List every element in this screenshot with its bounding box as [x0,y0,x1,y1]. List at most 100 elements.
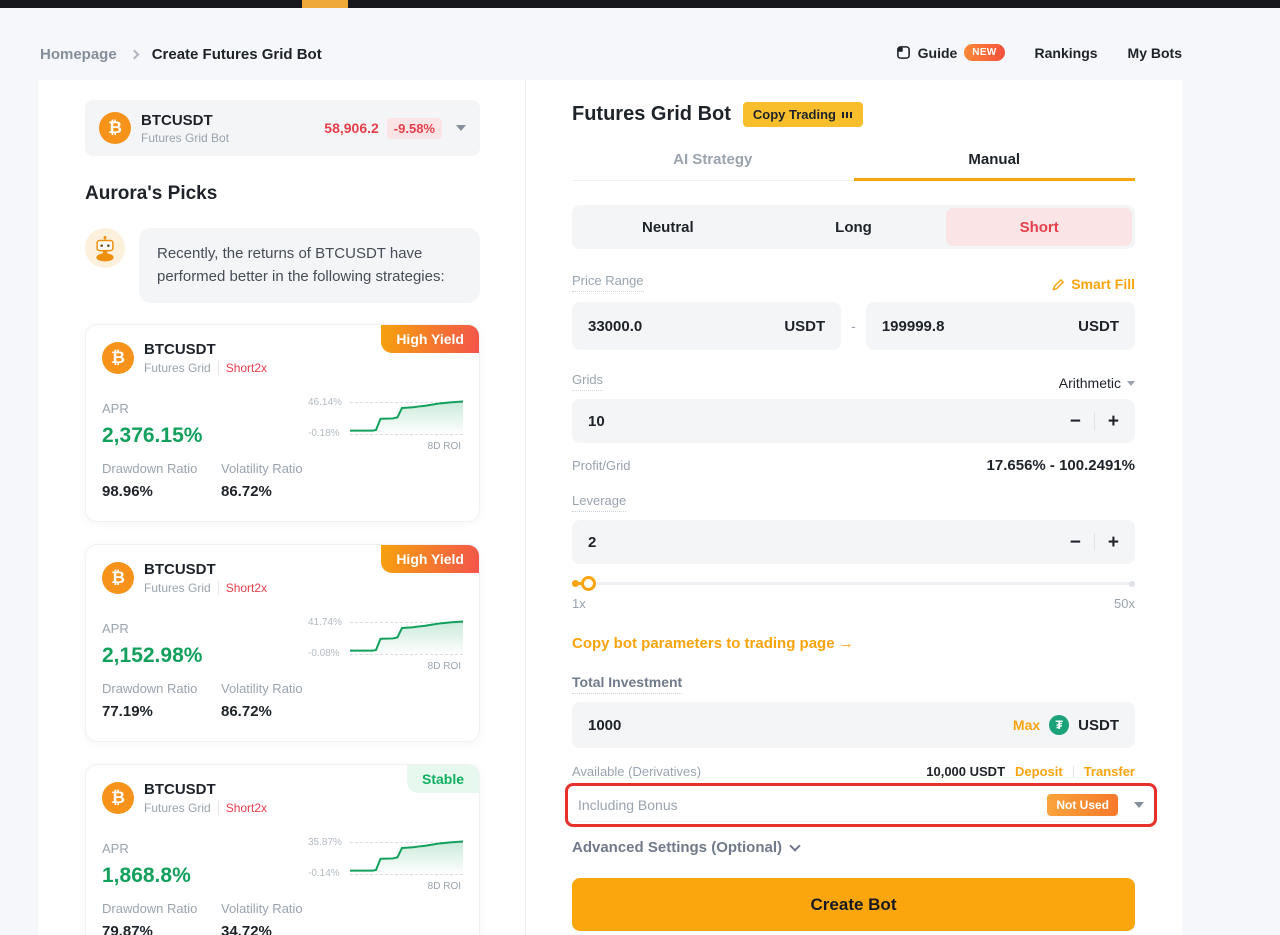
strategy-card-1[interactable]: High Yield ₿ BTCUSDT Futures Grid Short2… [85,324,480,522]
slider-end-dot [1129,581,1135,587]
tab-manual[interactable]: Manual [854,143,1136,180]
page-header: Homepage Create Futures Grid Bot Guide N… [0,8,1280,80]
high-yield-badge: High Yield [381,325,479,353]
grids-value: 10 [588,413,605,430]
leverage-slider[interactable] [572,576,1135,590]
mode-neutral[interactable]: Neutral [575,208,761,246]
leverage-input[interactable]: 2 − + [572,520,1135,564]
high-yield-badge: High Yield [381,545,479,573]
mode-short[interactable]: Short [946,208,1132,246]
guide-label: Guide [918,45,958,61]
roi-sparkline [350,839,463,875]
mode-long[interactable]: Long [761,208,947,246]
card-body: APR 2,152.98% 41.74% -0.08% 8D [102,621,463,669]
advanced-settings-toggle[interactable]: Advanced Settings (Optional) [572,839,1135,856]
copy-trading-badge[interactable]: Copy Trading [743,102,863,127]
grids-input[interactable]: 10 − + [572,399,1135,443]
slider-start-dot [572,580,579,587]
card-body: APR 1,868.8% 35.87% -0.14% 8D R [102,841,463,889]
profit-grid-label: Profit/Grid [572,458,631,473]
leverage-decrease-button[interactable]: − [1070,533,1081,552]
card-pair: BTCUSDT [144,341,267,358]
grids-increase-button[interactable]: + [1108,412,1119,431]
chart-low-label: -0.08% [308,648,340,659]
max-button[interactable]: Max [1013,717,1040,733]
pair-price: 58,906.2 [324,120,379,136]
pair-selector-dropdown[interactable]: ₿ BTCUSDT Futures Grid Bot 58,906.2 -9.5… [85,100,480,156]
investment-value: 1000 [588,717,621,734]
pair-subtitle: Futures Grid Bot [141,131,229,145]
chart-caption: 8D ROI [428,441,461,452]
robot-avatar-icon [85,228,125,268]
aurora-message-bubble: Recently, the returns of BTCUSDT have pe… [139,228,480,303]
aurora-message-row: Recently, the returns of BTCUSDT have pe… [85,228,480,303]
card-direction: Short2x [218,801,267,815]
chevron-down-icon[interactable] [456,125,466,131]
slider-handle[interactable] [581,576,596,591]
row-underline [576,821,1146,822]
price-high-unit: USDT [1078,318,1119,335]
copy-parameters-link[interactable]: Copy bot parameters to trading page → [572,635,1135,652]
card-strategy-type: Futures Grid [144,581,211,595]
rankings-link[interactable]: Rankings [1035,45,1098,61]
pair-symbol: BTCUSDT [141,112,229,129]
grids-label: Grids [572,372,603,391]
create-bot-button[interactable]: Create Bot [572,878,1135,931]
leverage-min-label: 1x [572,596,586,611]
tab-ai-strategy[interactable]: AI Strategy [572,143,854,180]
header-nav: Guide NEW Rankings My Bots [896,44,1182,61]
chevron-down-icon[interactable] [1134,802,1144,808]
strategy-card-3[interactable]: Stable ₿ BTCUSDT Futures Grid Short2x AP… [85,764,480,935]
bitcoin-icon: ₿ [102,562,134,594]
roi-mini-chart: 41.74% -0.08% 8D ROI [308,617,463,669]
drawdown-value: 79.87% [102,923,221,935]
active-tab-indicator [302,0,348,8]
including-bonus-row[interactable]: Including Bonus Not Used [565,783,1157,827]
direction-toggle: Neutral Long Short [572,205,1135,249]
my-bots-link[interactable]: My Bots [1128,45,1182,61]
price-high-input[interactable]: 199999.8 USDT [866,302,1135,350]
chevron-down-icon [789,840,800,851]
stepper-divider [1094,533,1095,551]
grids-decrease-button[interactable]: − [1070,412,1081,431]
drawdown-label: Drawdown Ratio [102,901,221,916]
bitcoin-icon: ₿ [99,112,131,144]
chart-high-label: 46.14% [308,397,342,408]
price-low-input[interactable]: 33000.0 USDT [572,302,841,350]
leverage-label: Leverage [572,493,626,512]
apr-label: APR [102,841,191,856]
card-metrics: Drawdown Ratio Volatility Ratio 77.19% 8… [102,681,463,720]
smart-fill-button[interactable]: Smart Fill [1052,276,1135,292]
total-investment-input[interactable]: 1000 Max ₮ USDT [572,702,1135,748]
deposit-link[interactable]: Deposit [1015,764,1063,779]
guide-book-icon [896,45,911,60]
chevron-right-icon [129,50,139,60]
stable-badge: Stable [407,765,479,793]
not-used-badge: Not Used [1047,794,1118,816]
chart-low-label: -0.18% [308,428,340,439]
chart-high-label: 35.87% [308,837,342,848]
page-title: Create Futures Grid Bot [152,46,322,63]
price-low-unit: USDT [784,318,825,335]
roi-mini-chart: 35.87% -0.14% 8D ROI [308,837,463,889]
volatility-value: 86.72% [221,483,463,500]
apr-value: 1,868.8% [102,864,191,888]
pencil-icon [1052,278,1065,291]
strategy-card-2[interactable]: High Yield ₿ BTCUSDT Futures Grid Short2… [85,544,480,742]
slider-track[interactable] [572,582,1135,585]
apr-value: 2,152.98% [102,644,202,668]
price-low-value: 33000.0 [588,318,642,335]
breadcrumb-homepage-link[interactable]: Homepage [40,46,117,63]
card-direction: Short2x [218,361,267,375]
leverage-increase-button[interactable]: + [1108,533,1119,552]
available-label: Available (Derivatives) [572,764,701,779]
left-column: ₿ BTCUSDT Futures Grid Bot 58,906.2 -9.5… [85,80,480,935]
apr-block: APR 2,152.98% [102,621,202,669]
leverage-value: 2 [588,534,596,551]
transfer-link[interactable]: Transfer [1084,764,1135,779]
leverage-max-label: 50x [1114,596,1135,611]
guide-link[interactable]: Guide NEW [896,44,1005,61]
stepper-divider [1094,412,1095,430]
roi-mini-chart: 46.14% -0.18% 8D ROI [308,397,463,449]
grid-mode-dropdown[interactable]: Arithmetic [1059,375,1135,391]
